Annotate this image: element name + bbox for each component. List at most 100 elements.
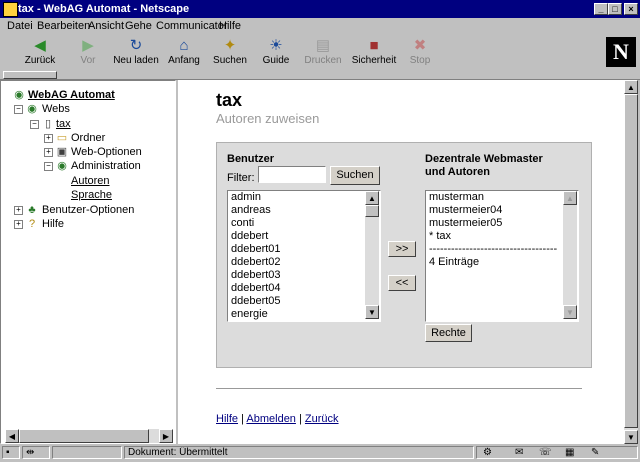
footer-link-hilfe[interactable]: Hilfe: [216, 413, 238, 425]
guide-icon: ☀: [269, 37, 283, 54]
authors-listbox[interactable]: musterman mustermeier04 mustermeier05 * tax…: [425, 190, 579, 322]
author-list-item[interactable]: musterman: [426, 191, 578, 204]
user-list-item[interactable]: ddebert05: [228, 295, 380, 308]
home-button[interactable]: ⌂ Anfang: [162, 35, 206, 67]
close-button[interactable]: ×: [624, 3, 638, 15]
footer-link-abmelden[interactable]: Abmelden: [246, 413, 296, 425]
collapse-tax-icon[interactable]: −: [30, 120, 39, 129]
user-list-item[interactable]: ddebert01: [228, 243, 380, 256]
user-list-item[interactable]: ddebert04: [228, 282, 380, 295]
authors-heading-line2: und Autoren: [425, 166, 490, 178]
scroll-up-icon[interactable]: ▲: [563, 191, 577, 205]
guide-button[interactable]: ☀ Guide: [256, 35, 296, 67]
scroll-up-icon[interactable]: ▲: [624, 80, 638, 94]
rights-button[interactable]: Rechte: [425, 324, 472, 342]
lock-icon: ■: [369, 37, 379, 54]
navigation-toolbar: ◀ Zurück ▶ Vor ↻ Neu laden ⌂ Anfang ✦ Su…: [2, 35, 638, 69]
user-list-item[interactable]: ddebert: [228, 230, 380, 243]
mail-icon[interactable]: ✉: [515, 447, 523, 458]
menu-datei[interactable]: Datei: [7, 20, 33, 32]
expand-ordner-icon[interactable]: +: [44, 134, 53, 143]
content-frame: tax Autoren zuweisen Benutzer Filter: Su…: [178, 80, 624, 444]
tree-root-webag-automat[interactable]: WebAG Automat: [28, 89, 115, 101]
title-bar: tax - WebAG Automat - Netscape _ □ ×: [0, 0, 640, 18]
users-listbox[interactable]: admin andreas conti ddebert ddebert01 ddebert…: [227, 190, 381, 322]
maximize-button[interactable]: □: [608, 3, 622, 15]
stop-button[interactable]: ✖ Stop: [402, 35, 438, 67]
user-list-item[interactable]: andreas: [228, 204, 380, 217]
scroll-left-icon[interactable]: ◀: [5, 429, 19, 443]
author-list-item[interactable]: mustermeier05: [426, 217, 578, 230]
progress-meter: [52, 446, 122, 459]
minimize-button[interactable]: _: [594, 3, 608, 15]
menu-gehe[interactable]: Gehe: [125, 20, 152, 32]
navigator-icon[interactable]: ⚙: [483, 447, 492, 458]
collapse-webs-icon[interactable]: −: [14, 105, 23, 114]
footer-divider: [216, 388, 582, 389]
web-options-icon: ▣: [56, 146, 68, 158]
newsgroups-icon[interactable]: ☏: [539, 447, 552, 458]
user-list-item[interactable]: conti: [228, 217, 380, 230]
footer-link-zurueck[interactable]: Zurück: [305, 413, 339, 425]
tree-item-sprache[interactable]: Sprache: [71, 189, 112, 201]
tree-item-autoren[interactable]: Autoren: [71, 175, 110, 187]
menu-hilfe[interactable]: Hilfe: [219, 20, 241, 32]
expand-benutzer-optionen-icon[interactable]: +: [14, 206, 23, 215]
footer-separator: |: [295, 413, 305, 425]
address-book-icon[interactable]: ▦: [565, 447, 574, 458]
author-list-item[interactable]: mustermeier04: [426, 204, 578, 217]
toolbar-tab-handle[interactable]: [3, 71, 57, 79]
status-bar: ▪ ⇹ Dokument: Übermittelt ⚙ ✉ ☏ ▦ ✎: [0, 444, 640, 462]
tree-item-web-optionen[interactable]: Web-Optionen: [71, 146, 142, 158]
tree-item-ordner[interactable]: Ordner: [71, 132, 105, 144]
user-list-item[interactable]: ddebert03: [228, 269, 380, 282]
back-button[interactable]: ◀ Zurück: [16, 35, 64, 67]
security-lock-icon[interactable]: ▪: [2, 446, 20, 459]
tree-item-webs[interactable]: Webs: [42, 103, 70, 115]
print-button[interactable]: ▤ Drucken: [300, 35, 346, 67]
menu-communicator[interactable]: Communicator: [156, 20, 228, 32]
forward-button[interactable]: ▶ Vor: [68, 35, 108, 67]
cylinder-icon: ▯: [44, 118, 52, 130]
menu-bearbeiten[interactable]: Bearbeiten: [37, 20, 90, 32]
user-list-item[interactable]: ddebert02: [228, 256, 380, 269]
add-author-button[interactable]: >>: [388, 241, 416, 257]
search-icon: ✦: [223, 37, 237, 54]
help-icon: ?: [28, 218, 36, 230]
user-list-item[interactable]: admin: [228, 191, 380, 204]
netscape-app-icon: [3, 2, 18, 17]
expand-web-optionen-icon[interactable]: +: [44, 148, 53, 157]
users-vertical-scrollbar[interactable]: ▲ ▼: [365, 191, 379, 319]
scroll-thumb[interactable]: [19, 429, 149, 443]
composer-icon[interactable]: ✎: [591, 447, 599, 458]
tree-item-benutzer-optionen[interactable]: Benutzer-Optionen: [42, 204, 134, 216]
search-users-button[interactable]: Suchen: [330, 166, 380, 185]
menu-ansicht[interactable]: Ansicht: [88, 20, 124, 32]
search-button[interactable]: ✦ Suchen: [208, 35, 252, 67]
reload-button[interactable]: ↻ Neu laden: [110, 35, 162, 67]
security-button[interactable]: ■ Sicherheit: [348, 35, 400, 67]
scroll-right-icon[interactable]: ▶: [159, 429, 173, 443]
expand-hilfe-icon[interactable]: +: [14, 220, 23, 229]
users-icon: ♣: [28, 204, 36, 216]
netscape-logo[interactable]: N: [606, 37, 636, 67]
content-scroll-thumb[interactable]: [624, 94, 638, 428]
filter-input[interactable]: [258, 166, 326, 183]
remove-author-button[interactable]: <<: [388, 275, 416, 291]
scroll-down-icon[interactable]: ▼: [365, 305, 379, 319]
scroll-down-icon[interactable]: ▼: [563, 305, 577, 319]
authors-vertical-scrollbar[interactable]: ▲ ▼: [563, 191, 577, 319]
tree-item-hilfe[interactable]: Hilfe: [42, 218, 64, 230]
tree-item-tax[interactable]: tax: [56, 118, 71, 130]
authors-heading-line1: Dezentrale Webmaster: [425, 153, 543, 165]
user-list-item[interactable]: energie: [228, 308, 380, 321]
scroll-down-icon[interactable]: ▼: [624, 430, 638, 444]
users-scroll-thumb[interactable]: [365, 205, 379, 217]
author-list-item[interactable]: * tax: [426, 230, 578, 243]
tree-item-administration[interactable]: Administration: [71, 160, 141, 172]
connection-icon: ⇹: [22, 446, 50, 459]
collapse-administration-icon[interactable]: −: [44, 162, 53, 171]
content-vertical-scrollbar[interactable]: ▲ ▼: [624, 80, 638, 444]
scroll-up-icon[interactable]: ▲: [365, 191, 379, 205]
tree-horizontal-scrollbar[interactable]: ◀ ▶: [5, 429, 173, 443]
